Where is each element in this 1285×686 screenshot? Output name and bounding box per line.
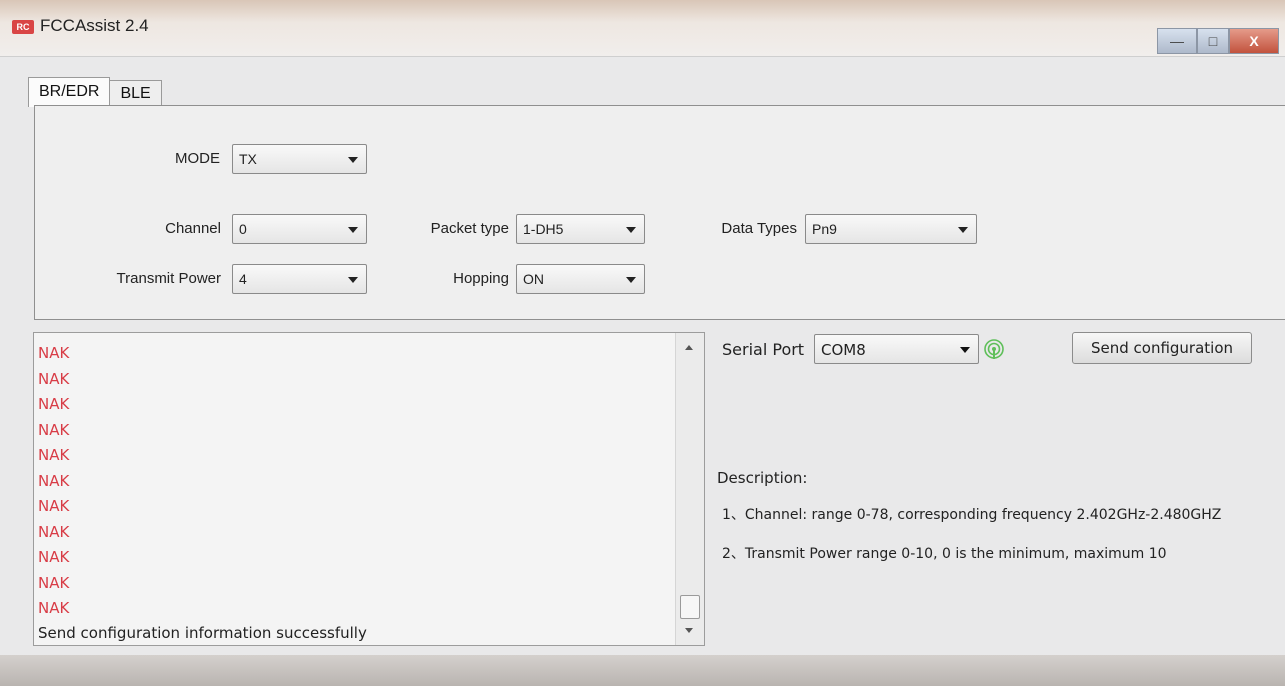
window-bottom-edge — [0, 655, 1285, 686]
log-line-nak: NAK — [38, 471, 70, 490]
log-line-nak: NAK — [38, 599, 70, 617]
log-line-nak: NAK — [38, 497, 70, 515]
hopping-value: ON — [523, 271, 544, 287]
transmit-power-label: Transmit Power — [116, 270, 221, 287]
app-logo-icon: RC — [12, 20, 34, 34]
serial-port-value: COM8 — [821, 341, 866, 359]
chevron-down-icon — [960, 347, 970, 353]
log-line-nak: NAK — [38, 369, 70, 388]
signal-icon — [984, 339, 1004, 359]
description-item: 1、Channel: range 0-78, corresponding fre… — [722, 507, 1222, 523]
mode-label: MODE — [175, 150, 220, 167]
log-output[interactable]: NAK NAK NAK NAK NAK NAK NAK NAK NAK NAK … — [33, 332, 705, 646]
window-title: FCCAssist 2.4 — [40, 16, 149, 35]
chevron-down-icon — [348, 157, 358, 163]
chevron-down-icon — [348, 277, 358, 283]
log-line-nak: NAK — [38, 548, 70, 566]
maximize-button[interactable]: □ — [1197, 28, 1229, 54]
tab-ble[interactable]: BLE — [109, 80, 162, 106]
log-line-nak: NAK — [38, 522, 70, 541]
serial-port-select[interactable]: COM8 — [814, 334, 979, 364]
log-line-success: Send configuration information successfu… — [38, 623, 367, 642]
packet-type-select[interactable]: 1-DH5 — [516, 214, 645, 244]
log-lines: NAK NAK NAK NAK NAK NAK NAK NAK NAK NAK … — [38, 341, 367, 644]
serial-port-label: Serial Port — [722, 340, 805, 359]
mode-value: TX — [239, 151, 257, 167]
log-scrollbar[interactable] — [675, 333, 704, 645]
tab-br-edr[interactable]: BR/EDR — [28, 77, 111, 107]
hopping-select[interactable]: ON — [516, 264, 645, 294]
log-line-nak: NAK — [38, 395, 70, 413]
chevron-down-icon — [348, 227, 358, 233]
hopping-label: Hopping — [453, 270, 509, 287]
description-title: Description: — [717, 469, 808, 487]
title-bar: RC FCCAssist 2.4 — □ X — [0, 0, 1285, 57]
transmit-power-value: 4 — [239, 271, 247, 287]
close-button[interactable]: X — [1229, 28, 1279, 54]
window-controls: — □ X — [1157, 28, 1279, 54]
data-types-label: Data Types — [721, 220, 797, 237]
transmit-power-select[interactable]: 4 — [232, 264, 367, 294]
scroll-down-icon[interactable] — [685, 628, 693, 633]
chevron-down-icon — [958, 227, 968, 233]
data-types-select[interactable]: Pn9 — [805, 214, 977, 244]
config-panel: MODE TX Channel 0 Transmit Power 4 Packe… — [34, 105, 1285, 320]
mode-select[interactable]: TX — [232, 144, 367, 174]
send-configuration-button[interactable]: Send configuration — [1072, 332, 1252, 364]
scroll-up-icon[interactable] — [685, 345, 693, 350]
channel-select[interactable]: 0 — [232, 214, 367, 244]
packet-type-value: 1-DH5 — [523, 221, 564, 237]
chevron-down-icon — [626, 227, 636, 233]
log-line-nak: NAK — [38, 573, 70, 592]
log-line-nak: NAK — [38, 446, 70, 464]
description-item: 2、Transmit Power range 0-10, 0 is the mi… — [722, 546, 1167, 562]
tab-bar: BR/EDR BLE — [28, 77, 162, 107]
log-line-nak: NAK — [38, 420, 70, 439]
data-types-value: Pn9 — [812, 221, 837, 237]
scroll-thumb[interactable] — [680, 595, 700, 619]
minimize-button[interactable]: — — [1157, 28, 1197, 54]
packet-type-label: Packet type — [430, 220, 509, 237]
channel-value: 0 — [239, 221, 247, 237]
chevron-down-icon — [626, 277, 636, 283]
log-line-nak: NAK — [38, 344, 70, 362]
channel-label: Channel — [165, 220, 221, 237]
